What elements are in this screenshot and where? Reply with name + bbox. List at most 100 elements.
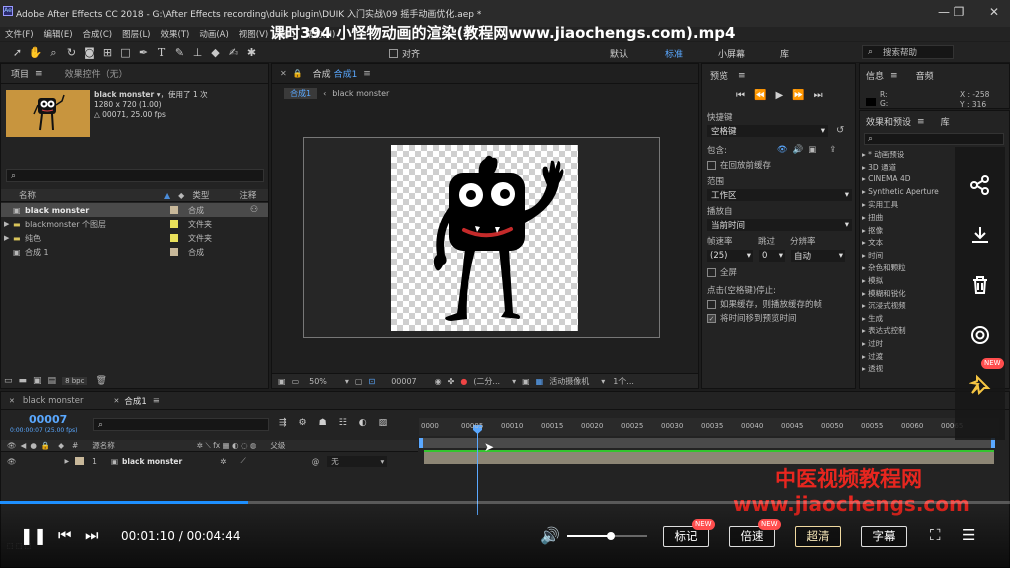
label-color-swatch[interactable] [170, 206, 178, 214]
layer-name[interactable]: black monster [122, 457, 182, 466]
close-tab-icon[interactable]: ✕ [114, 397, 120, 405]
effect-category[interactable]: ▸ 模拟 [862, 275, 957, 288]
volume-knob[interactable] [607, 532, 615, 540]
effect-category[interactable]: ▸ CINEMA 4D [862, 174, 957, 187]
black-monster-character[interactable] [391, 145, 578, 331]
effect-category[interactable]: ▸ 沉浸式视频 [862, 300, 957, 313]
share-icon[interactable] [955, 160, 1005, 210]
transparency-grid-icon[interactable]: ▦ [536, 377, 544, 386]
minimize-button[interactable]: — [936, 4, 952, 20]
reset-icon[interactable]: ↺ [836, 125, 844, 136]
panel-menu-icon[interactable]: ≡ [917, 117, 925, 127]
range-select[interactable]: 工作区 ▾ [707, 189, 852, 201]
selection-tool-icon[interactable]: ➚ [10, 45, 25, 60]
project-settings-icon[interactable]: ▤ [48, 376, 57, 386]
composition-canvas[interactable] [391, 145, 578, 331]
effect-category[interactable]: ▸ * 动画预设 [862, 149, 957, 162]
chevron-down-icon[interactable]: ▾ [345, 377, 349, 386]
workspace-library[interactable]: 库 [780, 47, 789, 60]
column-parent[interactable]: 父级 [270, 440, 285, 451]
effect-category[interactable]: ▸ 扭曲 [862, 212, 957, 225]
camera-tool-icon[interactable]: ◙ [82, 45, 97, 60]
tab-project[interactable]: 项目 [11, 67, 29, 80]
pick-whip-icon[interactable]: @ [312, 457, 320, 466]
layer-label-swatch[interactable] [75, 457, 85, 465]
maximize-button[interactable]: ❐ [951, 4, 967, 20]
list-item[interactable]: ▣ black monster 合成 ⚇ [1, 203, 268, 217]
search-help-field[interactable]: ⌕ 搜索帮助 [862, 45, 954, 59]
timeline-current-time[interactable]: 00007 [29, 413, 67, 426]
pan-behind-tool-icon[interactable]: ⊞ [100, 45, 115, 60]
previous-frame-icon[interactable]: ⏪ [754, 90, 766, 101]
views-select[interactable]: 1个... [613, 376, 634, 387]
label-color-swatch[interactable] [170, 248, 178, 256]
effect-category[interactable]: ▸ 模糊和锐化 [862, 288, 957, 301]
expand-arrow-icon[interactable]: ▶ [4, 234, 13, 242]
if-cached-checkbox[interactable] [707, 299, 716, 309]
type-tool-icon[interactable]: T [154, 45, 169, 60]
resolution-select[interactable]: 自动 ▾ [791, 250, 845, 262]
workspace-default[interactable]: 默认 [610, 47, 628, 60]
comp-mini-flowchart-icon[interactable]: ⇶ [279, 418, 287, 428]
new-comp-icon[interactable]: ▣ [33, 376, 42, 386]
label-color-swatch[interactable] [170, 234, 178, 242]
tab-preview[interactable]: 预览 [710, 69, 728, 82]
panel-menu-icon[interactable]: ≡ [153, 396, 160, 406]
tab-timeline-comp[interactable]: 合成1 [124, 395, 146, 407]
region-of-interest-icon[interactable]: ▣ [522, 377, 530, 386]
volume-icon[interactable]: 🔊 [540, 526, 560, 545]
panel-menu-icon[interactable]: ≡ [363, 69, 371, 79]
hand-tool-icon[interactable]: ✋ [28, 45, 43, 60]
close-button[interactable]: ✕ [986, 4, 1002, 20]
tab-audio[interactable]: 音频 [916, 69, 934, 82]
effect-category[interactable]: ▸ 实用工具 [862, 199, 957, 212]
speed-button[interactable]: 倍速 NEW [729, 519, 781, 547]
download-icon[interactable] [955, 210, 1005, 260]
tab-render-queue[interactable]: black monster [23, 396, 84, 406]
subtitle-button[interactable]: 字幕 [861, 526, 907, 547]
pause-button[interactable]: ❚❚ [20, 526, 47, 545]
shy-layers-icon[interactable]: ☗ [319, 418, 327, 428]
mask-visibility-icon[interactable]: ⊡ [368, 377, 375, 386]
trash-icon[interactable]: 🗑 [95, 376, 106, 386]
fullscreen-option[interactable]: 全屏 [707, 266, 737, 278]
lock-icon[interactable]: 🔒 [293, 69, 303, 78]
column-name[interactable]: 名称 [19, 189, 36, 201]
column-type[interactable]: 类型 [192, 189, 209, 201]
tab-effects-presets[interactable]: 效果和预设 [866, 115, 911, 128]
last-frame-icon[interactable]: ⏭ [814, 90, 823, 101]
previous-button[interactable]: ⏮ [58, 526, 72, 544]
skip-select[interactable]: 0 ▾ [759, 250, 785, 262]
camera-select[interactable]: 活动摄像机 [549, 376, 589, 387]
quality-button[interactable]: 超清 [795, 526, 841, 547]
breadcrumb-item[interactable]: black monster [332, 89, 389, 98]
new-folder-icon[interactable]: ▬ [19, 376, 28, 386]
audio-toggle-icon[interactable]: 🔊 [793, 145, 804, 155]
playlist-icon[interactable]: ☰ [962, 526, 975, 544]
show-snapshot-icon[interactable]: ✤ [448, 377, 455, 386]
effect-category[interactable]: ▸ 过时 [862, 338, 957, 351]
list-item[interactable]: ▶ ▬ blackmonster 个图层 文件夹 [1, 217, 268, 231]
draft-3d-icon[interactable]: ⚙ [299, 418, 307, 428]
panel-menu-icon[interactable]: ≡ [35, 69, 43, 79]
next-button[interactable]: ⏭ [85, 526, 99, 544]
column-source-name[interactable]: 源名称 [92, 440, 115, 451]
play-icon[interactable]: ▶ [775, 90, 783, 101]
collapse-transform-icon[interactable]: ✲ [220, 457, 226, 466]
effect-category[interactable]: ▸ 表达式控制 [862, 325, 957, 338]
chevron-down-icon[interactable]: ▾ [601, 377, 605, 386]
menu-edit[interactable]: 编辑(E) [44, 28, 73, 40]
always-preview-icon[interactable]: ▣ [278, 377, 286, 386]
bpc-button[interactable]: 8 bpc [62, 376, 88, 385]
rectangle-tool-icon[interactable]: □ [118, 45, 133, 60]
video-toggle-icon[interactable]: 👁 [777, 145, 788, 155]
first-frame-icon[interactable]: ⏮ [736, 90, 745, 101]
tab-library[interactable]: 库 [941, 115, 950, 128]
resolution-select[interactable]: (二分... [473, 376, 500, 387]
effect-category[interactable]: ▸ 3D 通道 [862, 162, 957, 175]
breadcrumb-active[interactable]: 合成1 [284, 87, 318, 99]
fullscreen-icon[interactable]: ⛶ [930, 526, 941, 544]
timeline-search-input[interactable]: ⌕ [93, 418, 269, 431]
expand-arrow-icon[interactable]: ▶ [4, 220, 13, 228]
expand-arrow-icon[interactable]: ▶ [65, 458, 70, 465]
